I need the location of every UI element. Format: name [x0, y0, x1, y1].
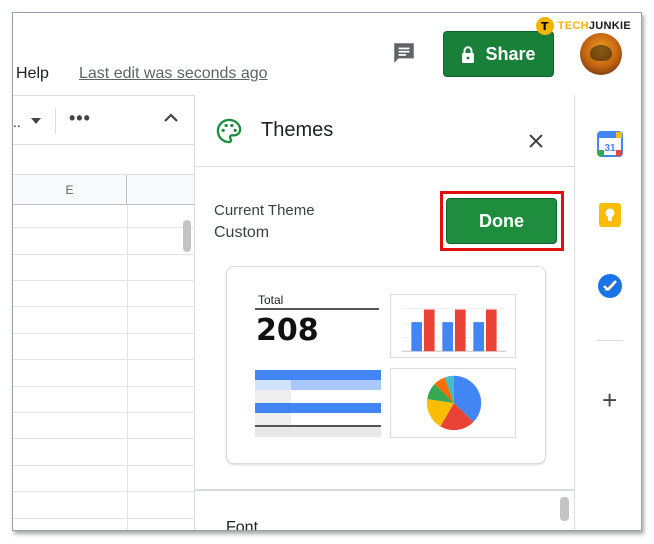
theme-preview-card[interactable]: Total 208	[226, 266, 546, 464]
side-panel-rail: 31 +	[575, 95, 641, 530]
formula-bar[interactable]	[13, 145, 194, 175]
column-header-e[interactable]: E	[13, 175, 127, 205]
last-edit-link[interactable]: Last edit was seconds ago	[79, 65, 268, 83]
keep-icon[interactable]	[597, 202, 623, 228]
spreadsheet-grid: E	[13, 145, 194, 530]
panel-divider	[195, 489, 575, 491]
close-icon[interactable]	[528, 133, 544, 149]
plus-icon[interactable]: +	[602, 387, 617, 413]
avatar[interactable]	[580, 33, 622, 75]
toolbar-divider	[55, 108, 56, 134]
palette-icon	[216, 118, 242, 144]
rail-divider	[597, 340, 623, 341]
calendar-day: 31	[604, 143, 616, 154]
tasks-icon[interactable]	[597, 273, 623, 299]
comment-icon[interactable]	[391, 40, 417, 66]
chevron-down-icon[interactable]	[31, 118, 41, 124]
preview-total-value: 208	[256, 313, 319, 348]
themes-panel: Themes Current Theme Custom Done Total 2…	[194, 95, 575, 531]
share-button[interactable]: Share	[443, 31, 554, 77]
themes-panel-header: Themes	[195, 95, 575, 167]
chevron-up-icon[interactable]	[163, 110, 179, 126]
sheet-toolbar: .. •••	[13, 95, 194, 145]
watermark-logo: T	[535, 17, 554, 35]
grid-rows[interactable]	[13, 205, 194, 530]
more-options-button[interactable]: •••	[69, 108, 91, 129]
font-section-label: Font	[226, 519, 259, 531]
share-label: Share	[485, 43, 536, 64]
panel-scrollbar[interactable]	[560, 497, 569, 521]
preview-bar-chart	[390, 294, 516, 358]
done-button[interactable]: Done	[446, 198, 557, 244]
grid-scrollbar[interactable]	[183, 220, 191, 252]
watermark-text-tech: TECH	[557, 20, 589, 32]
preview-table	[255, 370, 381, 437]
menu-help[interactable]: Help	[16, 65, 49, 83]
techjunkie-watermark: T TECHJUNKIE	[535, 17, 631, 35]
app-window: T TECHJUNKIE Help Last edit was seconds …	[12, 12, 642, 531]
preview-total-label: Total	[258, 293, 284, 307]
panel-title: Themes	[261, 119, 334, 141]
preview-pie-chart	[390, 368, 516, 438]
toolbar-dropdown-text[interactable]: ..	[13, 114, 21, 130]
current-theme-value: Custom	[214, 224, 270, 241]
lock-icon	[462, 45, 475, 63]
calendar-icon[interactable]: 31	[597, 131, 623, 157]
current-theme-label: Current Theme	[214, 202, 315, 219]
watermark-text-junkie: JUNKIE	[588, 20, 631, 32]
column-header-row: E	[13, 175, 194, 205]
